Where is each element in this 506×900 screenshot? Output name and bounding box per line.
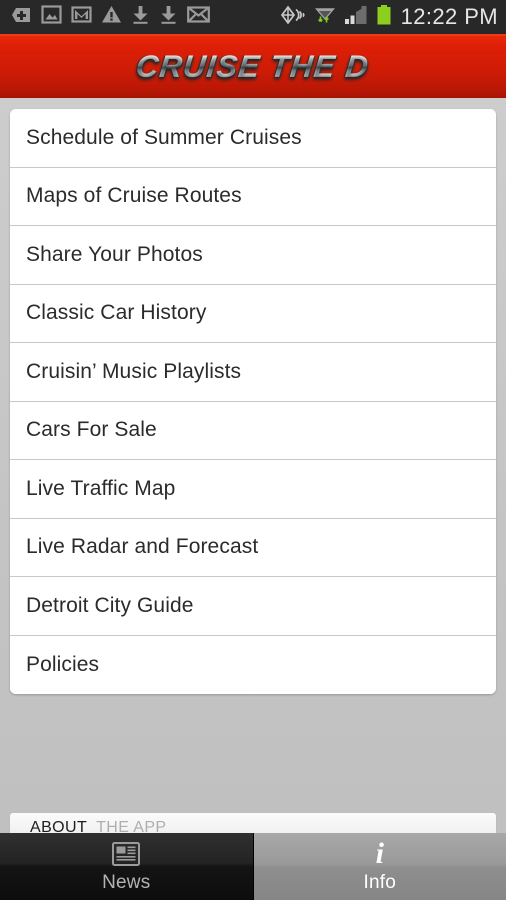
list-item-label: Cars For Sale bbox=[26, 418, 157, 442]
list-item-label: Policies bbox=[26, 652, 100, 676]
list-item-schedule-of-summer-cruises[interactable]: Schedule of Summer Cruises bbox=[10, 109, 496, 168]
list-item-label: Live Traffic Map bbox=[26, 476, 176, 500]
status-bar-clock: 12:22 PM bbox=[400, 4, 498, 29]
battery-icon bbox=[376, 4, 392, 31]
email-icon bbox=[187, 5, 210, 29]
list-item-share-your-photos[interactable]: Share Your Photos bbox=[10, 226, 496, 285]
content-scroll-area[interactable]: Schedule of Summer Cruises Maps of Cruis… bbox=[0, 98, 506, 900]
warning-triangle-icon bbox=[101, 4, 122, 30]
download-icon-2 bbox=[159, 4, 178, 30]
list-item-label: Share Your Photos bbox=[26, 242, 203, 266]
list-item-label: Cruisin’ Music Playlists bbox=[26, 359, 242, 383]
page-title: CRUISE THE D bbox=[134, 49, 372, 84]
list-item-policies[interactable]: Policies bbox=[10, 635, 496, 694]
tab-info-label: Info bbox=[363, 871, 396, 893]
list-item-label: Maps of Cruise Routes bbox=[26, 184, 242, 208]
list-item-detroit-city-guide[interactable]: Detroit City Guide bbox=[10, 577, 496, 636]
list-item-live-radar-and-forecast[interactable]: Live Radar and Forecast bbox=[10, 518, 496, 577]
tab-info[interactable]: i Info bbox=[253, 833, 506, 900]
download-icon bbox=[131, 4, 150, 30]
list-item-label: Live Radar and Forecast bbox=[26, 535, 259, 559]
list-item-label: Classic Car History bbox=[26, 301, 207, 325]
list-item-label: Schedule of Summer Cruises bbox=[26, 125, 302, 149]
list-item-live-traffic-map[interactable]: Live Traffic Map bbox=[10, 460, 496, 519]
list-item-cruisin-music-playlists[interactable]: Cruisin’ Music Playlists bbox=[10, 343, 496, 402]
wifi-icon bbox=[313, 4, 337, 30]
gmail-icon bbox=[71, 4, 92, 30]
plus-badge-icon bbox=[10, 4, 32, 31]
menu-card: Schedule of Summer Cruises Maps of Cruis… bbox=[10, 109, 496, 694]
gps-location-icon bbox=[279, 5, 306, 30]
screenshot-image-icon bbox=[41, 4, 62, 30]
bottom-tab-bar: News i Info bbox=[0, 833, 506, 900]
status-bar-notification-icons bbox=[10, 4, 210, 31]
newspaper-icon bbox=[112, 840, 141, 868]
app-header: CRUISE THE D bbox=[0, 34, 506, 98]
app-root: 12:22 PM CRUISE THE D Schedule of Summer… bbox=[0, 0, 506, 900]
list-item-maps-of-cruise-routes[interactable]: Maps of Cruise Routes bbox=[10, 167, 496, 226]
info-icon-glyph: i bbox=[375, 836, 384, 870]
list-item-label: Detroit City Guide bbox=[26, 593, 194, 617]
info-icon: i bbox=[375, 836, 384, 870]
tab-news-label: News bbox=[102, 871, 151, 893]
tab-news[interactable]: News bbox=[0, 833, 254, 900]
list-item-cars-for-sale[interactable]: Cars For Sale bbox=[10, 401, 496, 460]
status-bar: 12:22 PM bbox=[0, 0, 506, 34]
status-bar-system-icons bbox=[279, 4, 392, 31]
list-item-classic-car-history[interactable]: Classic Car History bbox=[10, 284, 496, 343]
cellular-signal-icon bbox=[344, 4, 369, 30]
